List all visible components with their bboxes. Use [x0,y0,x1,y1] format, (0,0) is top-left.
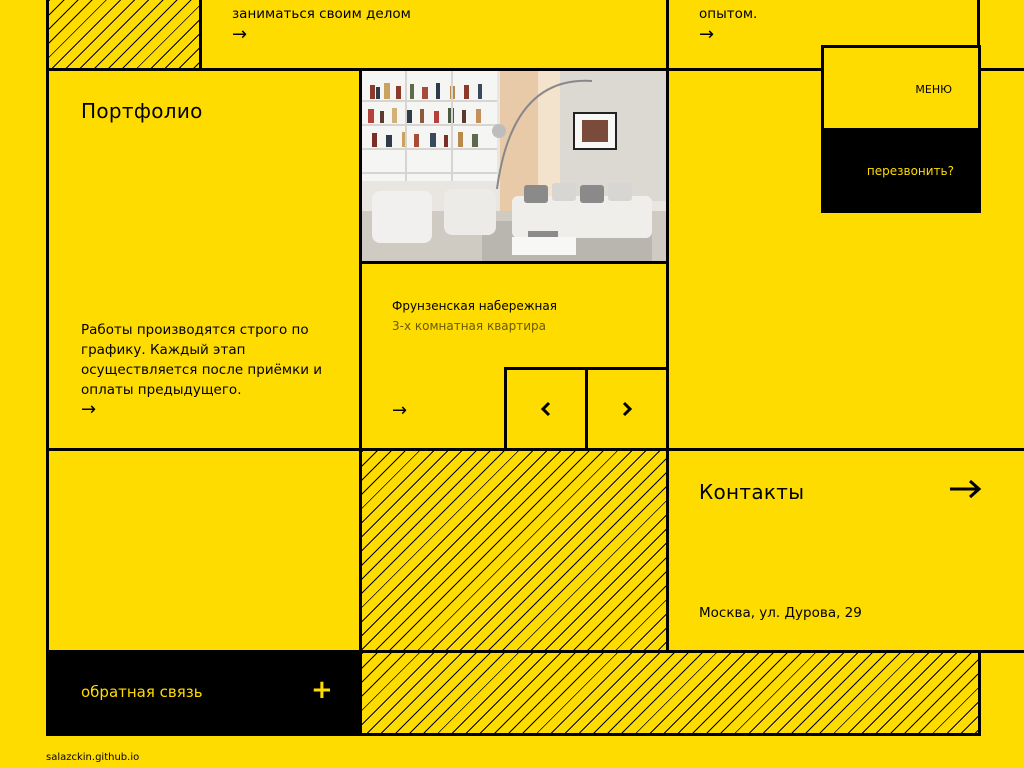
chevron-left-icon [540,401,551,417]
project-photo [362,71,666,261]
portfolio-description-line: осуществляется после приёмки и [81,362,323,378]
portfolio-description-line: оплаты предыдущего. [81,382,242,398]
portfolio-description-line: Работы производятся строго по [81,322,309,338]
top-left-hatch-panel [46,0,202,71]
feedback-label: обратная связь [81,683,203,701]
callback-button[interactable]: перезвонить? [821,128,981,213]
plus-icon: + [311,675,333,705]
next-project-button[interactable] [585,367,669,451]
portfolio-panel: Портфолио Работы производятся строго по … [46,68,362,451]
top-service-arrow-icon[interactable]: → [232,26,247,44]
contacts-address: Москва, ул. Дурова, 29 [699,605,862,621]
contacts-title: Контакты [699,480,805,504]
callback-label: перезвонить? [866,164,954,178]
footer-site-link[interactable]: salazckin.github.io [46,752,139,763]
portfolio-arrow-icon[interactable]: → [81,401,96,419]
menu-label: МЕНЮ [915,83,952,96]
bottom-hatch-panel [359,650,981,736]
top-service-panel[interactable]: заниматься своим делом → [199,0,669,71]
page: заниматься своим делом → опытом. → Портф… [0,0,1024,768]
menu-button[interactable]: МЕНЮ [821,45,981,131]
project-photo-frame [359,68,669,264]
prev-project-button[interactable] [504,367,588,451]
project-name: Фрунзенская набережная [392,299,557,313]
contacts-arrow-icon[interactable] [949,479,983,499]
project-subtitle: 3-х комнатная квартира [392,319,546,333]
feedback-button[interactable]: обратная связь + [46,650,362,736]
project-arrow-icon[interactable]: → [392,402,407,420]
chevron-right-icon [622,401,633,417]
portfolio-description: Работы производятся строго по графику. К… [81,320,322,400]
top-experience-arrow-icon[interactable]: → [699,26,714,44]
top-experience-text: опытом. [699,6,758,22]
top-service-text: заниматься своим делом [232,6,411,22]
contacts-panel[interactable]: Контакты Москва, ул. Дурова, 29 [666,448,1024,653]
portfolio-title: Портфолио [81,99,203,123]
lower-middle-hatch-panel [359,448,669,653]
portfolio-description-line: графику. Каждый этап [81,342,246,358]
lower-left-empty-panel [46,448,362,653]
